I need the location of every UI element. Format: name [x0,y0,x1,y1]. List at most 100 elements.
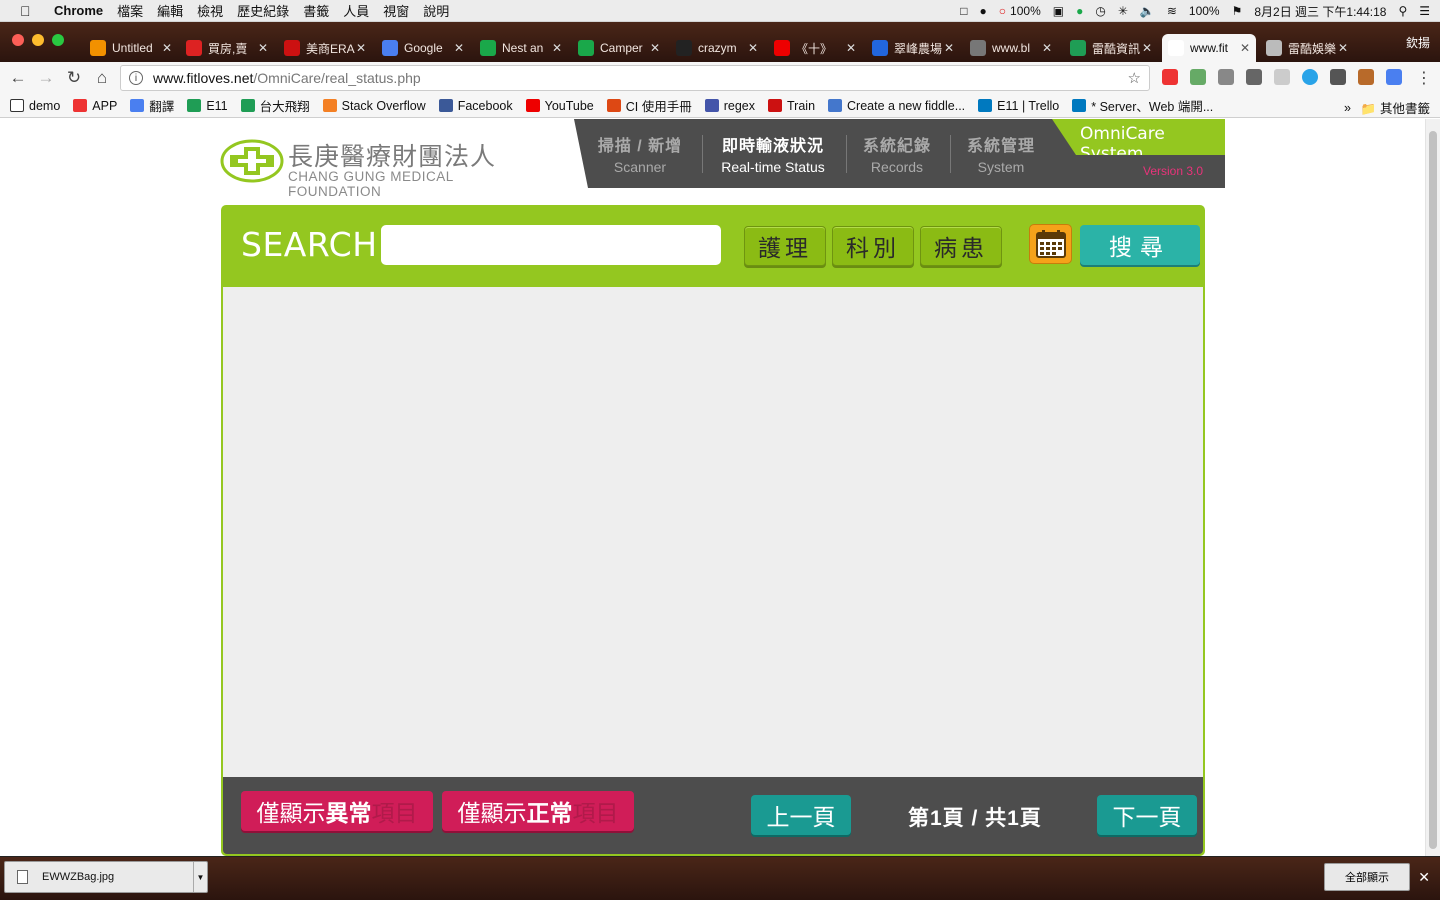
other-bookmarks[interactable]: 📁 其他書籤 [1361,98,1430,117]
site-logo[interactable]: 長庚醫療財團法人 CHANG GUNG MEDICAL FOUNDATION [220,137,550,199]
next-page-button[interactable]: 下一頁 [1097,795,1197,835]
back-icon[interactable]: ← [4,68,32,88]
show-all-downloads-button[interactable]: 全部顯示 [1324,863,1410,891]
menu-file[interactable]: 檔案 [117,1,143,20]
extension-icon-1[interactable] [1162,69,1178,85]
extension-icon-8[interactable] [1358,69,1374,85]
bookmark-item[interactable]: regex [704,99,755,113]
tab-close-icon[interactable]: ✕ [944,41,954,55]
show-abnormal-button[interactable]: 僅顯示 異常 項目 [241,791,433,831]
tab-close-icon[interactable]: ✕ [846,41,856,55]
minimize-window-button[interactable] [32,34,44,46]
tab-close-icon[interactable]: ✕ [748,41,758,55]
chevron-down-icon[interactable]: ▼ [193,862,207,892]
clock-text[interactable]: 8月2日 週三 下午1:44:18 [1254,3,1386,20]
chrome-menu-icon[interactable]: ⋮ [1416,68,1432,88]
bookmark-item[interactable]: E11 [187,99,228,113]
translate-icon[interactable] [1386,69,1402,85]
browser-tab[interactable]: 買房,賣 ✕ [180,34,274,62]
bookmark-item[interactable]: demo [10,99,60,113]
spotlight-icon[interactable]: ⚲ [1398,4,1407,18]
maximize-window-button[interactable] [52,34,64,46]
nav-system[interactable]: 系統管理 System [958,132,1044,175]
browser-tab[interactable]: 美商ERA ✕ [278,34,372,62]
wifi-icon[interactable]: ≋ [1167,4,1177,18]
browser-tab[interactable]: 翠峰農場 ✕ [866,34,960,62]
browser-tab[interactable]: www.bl ✕ [964,34,1058,62]
opera-icon[interactable]: ○ [999,4,1006,18]
apple-icon[interactable]:  [20,3,40,19]
menu-people[interactable]: 人員 [343,1,369,20]
bookmark-item[interactable]: 翻譯 [130,96,174,115]
menu-bookmarks[interactable]: 書籤 [303,1,329,20]
airplay-icon[interactable]: ▣ [1053,4,1064,18]
browser-tab[interactable]: 雷酷資訊 ✕ [1064,34,1158,62]
tab-close-icon[interactable]: ✕ [1042,41,1052,55]
menu-app[interactable]: Chrome [54,3,103,18]
filter-nursing-button[interactable]: 護理 [744,226,826,266]
bookmark-item[interactable]: E11 | Trello [978,99,1059,113]
scrollbar-thumb[interactable] [1429,131,1437,849]
bookmark-item[interactable]: Create a new fiddle... [828,99,965,113]
bookmark-item[interactable]: Stack Overflow [322,99,426,113]
battery-text[interactable]: 100% [1189,4,1220,18]
browser-tab[interactable]: Untitled ✕ [84,34,178,62]
tab-close-icon[interactable]: ✕ [1240,41,1250,55]
browser-tab[interactable]: Google ✕ [376,34,470,62]
address-bar[interactable]: i www.fitloves.net/OmniCare/real_status.… [120,65,1150,91]
browser-tab[interactable]: 雷酷娛樂 ✕ [1260,34,1354,62]
tab-close-icon[interactable]: ✕ [650,41,660,55]
nav-realtime-status[interactable]: 即時輸液狀況 Real-time Status [712,132,834,175]
search-submit-button[interactable]: 搜尋 [1080,225,1200,265]
flag-icon[interactable]: ⚑ [1232,4,1243,18]
browser-tab[interactable]: Camper ✕ [572,34,666,62]
window-icon[interactable]: □ [960,4,967,18]
bookmark-item[interactable]: Facebook [438,99,513,113]
volume-icon[interactable]: 🔈 [1140,4,1155,18]
nav-records[interactable]: 系統紀錄 Records [854,132,940,175]
menu-help[interactable]: 說明 [423,1,449,20]
tab-close-icon[interactable]: ✕ [162,41,172,55]
extension-icon-6[interactable] [1302,69,1318,85]
bookmark-item[interactable]: 台大飛翔 [240,96,310,115]
css-icon[interactable] [1274,69,1290,85]
show-normal-button[interactable]: 僅顯示 正常 項目 [442,791,634,831]
record-icon[interactable]: ● [980,4,987,18]
line-icon[interactable]: ● [1076,4,1083,18]
tab-close-icon[interactable]: ✕ [1338,41,1348,55]
extension-icon-2[interactable] [1190,69,1206,85]
browser-tab[interactable]: Nest an ✕ [474,34,568,62]
pocket-icon[interactable] [1218,69,1234,85]
menu-window[interactable]: 視窗 [383,1,409,20]
search-input[interactable] [381,225,721,265]
tab-close-icon[interactable]: ✕ [1142,41,1152,55]
info-icon[interactable]: i [129,71,143,85]
browser-tab[interactable]: 《十》 ✕ [768,34,862,62]
star-icon[interactable]: ☆ [1128,69,1141,87]
bookmark-item[interactable]: APP [73,99,117,113]
nav-scanner[interactable]: 掃描 / 新增 Scanner [590,132,690,175]
notification-icon[interactable]: ☰ [1419,4,1430,18]
extension-icon-7[interactable] [1330,69,1346,85]
filter-patient-button[interactable]: 病患 [920,226,1002,266]
reload-icon[interactable]: ↻ [60,68,88,88]
bookmark-item[interactable]: Train [768,99,815,113]
menu-view[interactable]: 檢視 [197,1,223,20]
bluetooth-icon[interactable]: ✳ [1118,4,1128,18]
browser-tab[interactable]: www.fit ✕ [1162,34,1256,62]
bookmark-item[interactable]: CI 使用手冊 [606,96,692,115]
tab-close-icon[interactable]: ✕ [356,41,366,55]
close-window-button[interactable] [12,34,24,46]
tab-close-icon[interactable]: ✕ [454,41,464,55]
bookmark-item[interactable]: YouTube [525,99,594,113]
browser-tab[interactable]: crazym ✕ [670,34,764,62]
menu-edit[interactable]: 編輯 [157,1,183,20]
download-item[interactable]: EWWZBag.jpg ▼ [4,861,208,893]
page-scrollbar[interactable] [1425,119,1440,856]
tab-close-icon[interactable]: ✕ [258,41,268,55]
calendar-button[interactable] [1029,224,1072,264]
close-icon[interactable]: ✕ [1418,869,1430,886]
menu-history[interactable]: 歷史紀錄 [237,1,289,20]
prev-page-button[interactable]: 上一頁 [751,795,851,835]
home-icon[interactable]: ⌂ [88,68,116,88]
